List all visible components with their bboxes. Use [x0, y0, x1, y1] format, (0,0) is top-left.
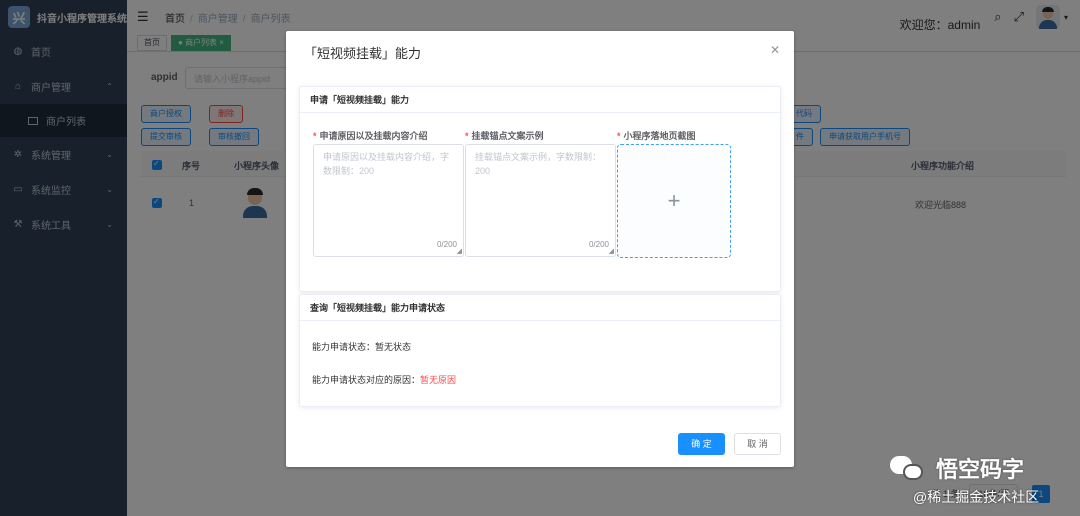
close-icon[interactable]: ✕ — [770, 43, 780, 57]
status-value: 暂无状态 — [375, 342, 412, 352]
status-reason-value: 暂无原因 — [420, 375, 457, 385]
anchor-text-label: * 挂载锚点文案示例 — [465, 131, 544, 141]
reason-textarea[interactable]: 申请原因以及挂载内容介绍，字数限制：200 0/200 ◢ — [313, 144, 464, 257]
reason-placeholder: 申请原因以及挂载内容介绍，字数限制：200 — [323, 152, 450, 176]
confirm-button[interactable]: 确 定 — [678, 433, 725, 455]
reason-label-text: 申请原因以及挂载内容介绍 — [319, 131, 428, 141]
reason-char-count: 0/200 — [436, 240, 457, 249]
reason-line: 能力申请状态对应的原因：暂无原因 — [312, 373, 456, 386]
watermark-text: 悟空码字 — [936, 457, 1025, 482]
anchor-text-char-count: 0/200 — [588, 240, 609, 249]
anchor-text-textarea[interactable]: 挂载锚点文案示例，字数限制：200 0/200 ◢ — [465, 144, 616, 257]
screenshot-uploader[interactable]: + — [617, 144, 731, 258]
watermark: 悟空码字 — [890, 452, 1024, 484]
apply-card: 申请「短视频挂载」能力 * 申请原因以及挂载内容介绍 申请原因以及挂载内容介绍，字… — [299, 86, 781, 292]
resize-grip-icon[interactable]: ◢ — [609, 248, 614, 255]
resize-grip-icon[interactable]: ◢ — [457, 248, 462, 255]
status-card: 查询「短视频挂载」能力申请状态 能力申请状态：暂无状态 能力申请状态对应的原因：… — [299, 294, 781, 407]
cancel-button[interactable]: 取 消 — [734, 433, 781, 455]
status-line: 能力申请状态：暂无状态 — [312, 340, 411, 353]
watermark-sub: @稀土掘金技术社区 — [913, 489, 1040, 505]
wechat-icon — [890, 454, 926, 482]
anchor-text-placeholder: 挂载锚点文案示例，字数限制：200 — [475, 152, 602, 176]
reason-label: * 申请原因以及挂载内容介绍 — [313, 131, 428, 141]
status-reason-label: 能力申请状态对应的原因： — [312, 375, 421, 385]
anchor-text-label-text: 挂载锚点文案示例 — [471, 131, 544, 141]
dialog-title: 「短视频挂载」能力 — [304, 46, 422, 61]
apply-card-header: 申请「短视频挂载」能力 — [300, 87, 780, 113]
screenshot-label-text: 小程序落地页截图 — [623, 131, 696, 141]
screenshot-label: * 小程序落地页截图 — [617, 131, 696, 141]
plus-icon: + — [667, 188, 681, 213]
status-card-header: 查询「短视频挂载」能力申请状态 — [300, 295, 780, 321]
status-label: 能力申请状态： — [312, 342, 376, 352]
short-video-dialog: 「短视频挂载」能力 ✕ 申请「短视频挂载」能力 * 申请原因以及挂载内容介绍 申请… — [286, 31, 794, 467]
